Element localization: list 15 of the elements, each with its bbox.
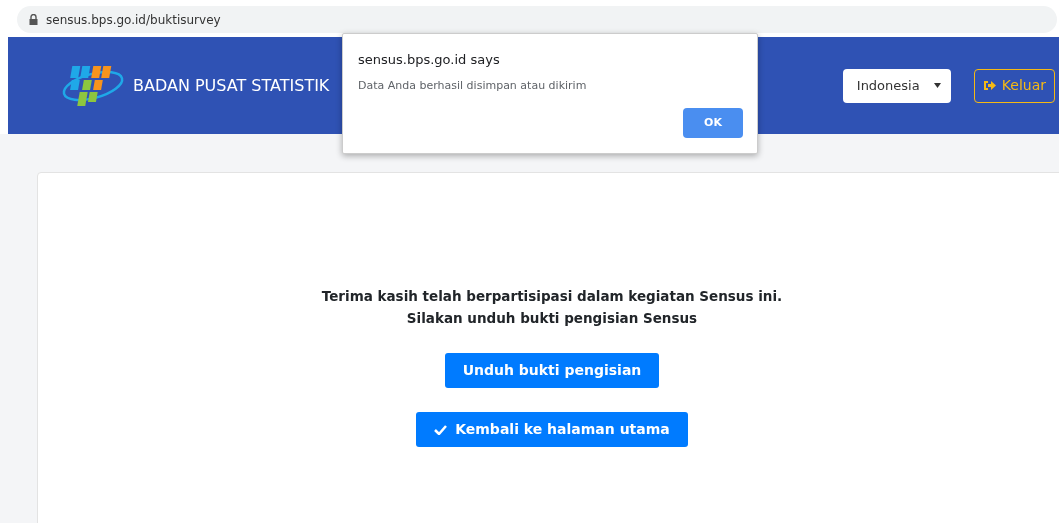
lock-icon: [29, 14, 38, 25]
message-text: Terima kasih telah berpartisipasi dalam kegiatan Sensus ini.: [321, 287, 783, 306]
logout-button[interactable]: Keluar: [973, 68, 1055, 103]
message-text: Silakan unduh bukti pengisian Sensus: [405, 309, 699, 328]
check-icon: [434, 424, 448, 435]
url-text[interactable]: sensus.bps.go.id/buktisurvey: [46, 10, 221, 29]
language-select[interactable]: Indonesia: [842, 68, 951, 103]
dialog-title: sensus.bps.go.id says: [358, 51, 501, 69]
brand-title: BADAN PUSAT STATISTIK: [133, 74, 330, 97]
caret-icon: [933, 83, 941, 88]
dialog-message: Data Anda berhasil disimpan atau dikirim: [358, 77, 588, 94]
home-button[interactable]: Kembali ke halaman utama: [416, 412, 688, 447]
download-button[interactable]: Unduh bukti pengisian: [444, 353, 660, 388]
logout-icon: [982, 80, 996, 91]
ok-button[interactable]: OK: [683, 108, 743, 138]
